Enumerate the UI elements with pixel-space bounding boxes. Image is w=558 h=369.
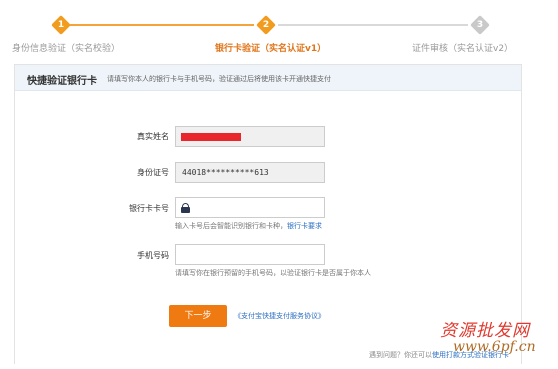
real-name-field bbox=[175, 126, 325, 147]
next-step-button[interactable]: 下一步 bbox=[169, 305, 227, 327]
card-number-input[interactable] bbox=[175, 197, 325, 218]
panel-hint: 请填写你本人的银行卡与手机号码，验证通过后将使用该卡开通快捷支付 bbox=[107, 75, 331, 83]
real-name-label: 真实姓名 bbox=[137, 132, 169, 141]
footer-help-text: 遇到问题？你还可以 bbox=[369, 351, 432, 359]
panel-title: 快捷验证银行卡 bbox=[27, 76, 97, 87]
phone-help: 请填写你在银行预留的手机号码，以验证银行卡是否属于你本人 bbox=[175, 269, 371, 277]
watermark-url: www.6pf.cn bbox=[453, 339, 536, 355]
lock-icon bbox=[181, 203, 190, 213]
progress-line-pending bbox=[278, 24, 468, 26]
card-number-label: 银行卡卡号 bbox=[129, 204, 169, 213]
masked-name-bar bbox=[181, 133, 241, 141]
card-help-text: 输入卡号后会智能识别银行和卡种， bbox=[175, 222, 287, 230]
step-1-label: 身份信息验证（实名校验） bbox=[12, 44, 121, 54]
step-2-marker: 2 bbox=[256, 15, 276, 35]
phone-label: 手机号码 bbox=[137, 251, 169, 260]
step-3-number: 3 bbox=[476, 20, 484, 30]
step-1-number: 1 bbox=[57, 20, 65, 30]
step-3-marker: 3 bbox=[470, 15, 490, 35]
id-number-label: 身份证号 bbox=[137, 168, 169, 177]
card-number-help: 输入卡号后会智能识别银行和卡种，银行卡要求 bbox=[175, 221, 322, 231]
id-number-value: 44018**********613 bbox=[182, 168, 269, 177]
card-requirements-link[interactable]: 银行卡要求 bbox=[287, 222, 322, 230]
panel-header: 快捷验证银行卡 请填写你本人的银行卡与手机号码，验证通过后将使用该卡开通快捷支付 bbox=[15, 65, 521, 91]
watermark-logo: 资源批发网 bbox=[440, 321, 530, 341]
phone-input[interactable] bbox=[175, 244, 325, 265]
id-number-field: 44018**********613 bbox=[175, 162, 325, 183]
step-2-label: 银行卡验证（实名认证v1） bbox=[215, 44, 327, 54]
step-2-number: 2 bbox=[262, 20, 270, 30]
progress-line-done bbox=[70, 24, 254, 26]
step-1-marker: 1 bbox=[51, 15, 71, 35]
progress-steps: 1 2 3 身份信息验证（实名校验） 银行卡验证（实名认证v1） 证件审核（实名… bbox=[0, 0, 558, 62]
agreement-link[interactable]: 《支付宝快捷支付服务协议》 bbox=[234, 311, 325, 321]
step-3-label: 证件审核（实名认证v2） bbox=[412, 44, 514, 54]
